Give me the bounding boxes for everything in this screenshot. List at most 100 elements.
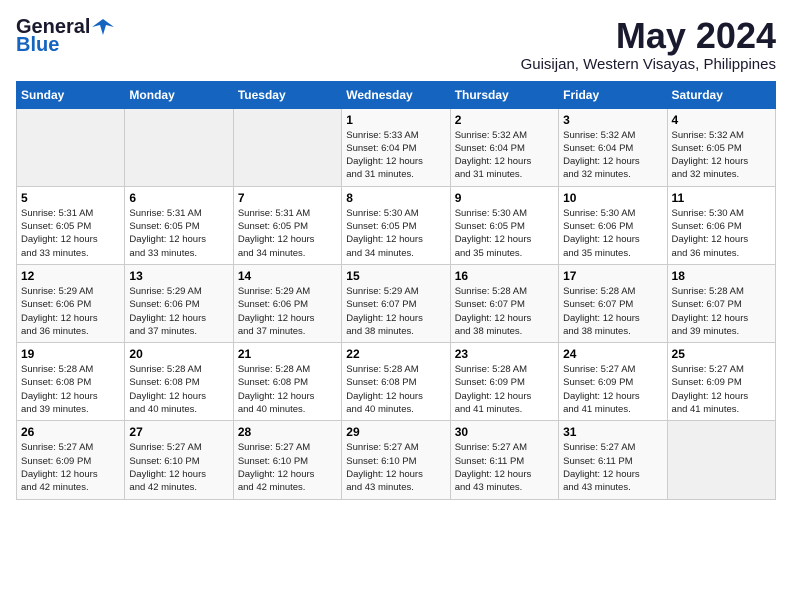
calendar-cell: 27Sunrise: 5:27 AMSunset: 6:10 PMDayligh… [125,421,233,499]
day-number: 1 [346,113,445,127]
day-info: Sunrise: 5:30 AMSunset: 6:05 PMDaylight:… [346,207,445,260]
calendar-cell: 21Sunrise: 5:28 AMSunset: 6:08 PMDayligh… [233,343,341,421]
day-info: Sunrise: 5:32 AMSunset: 6:05 PMDaylight:… [672,129,771,182]
calendar-cell: 15Sunrise: 5:29 AMSunset: 6:07 PMDayligh… [342,264,450,342]
calendar-cell: 24 Sunrise: 5:27 AMSunset: 6:09 PMDayligh… [559,343,667,421]
calendar-cell: 4 Sunrise: 5:32 AMSunset: 6:05 PMDaylight… [667,108,775,186]
day-info: Sunrise: 5:27 AMSunset: 6:09 PMDaylight:… [21,441,120,494]
day-info: Sunrise: 5:29 AMSunset: 6:06 PMDaylight:… [129,285,228,338]
day-number: 11 [672,191,771,205]
day-info: Sunrise: 5:30 AMSunset: 6:06 PMDaylight:… [563,207,662,260]
weekday-thursday: Thursday [450,81,558,108]
title-area: May 2024 Guisijan, Western Visayas, Phil… [521,16,776,73]
calendar-cell: 14Sunrise: 5:29 AMSunset: 6:06 PMDayligh… [233,264,341,342]
day-number: 16 [455,269,554,283]
day-number: 18 [672,269,771,283]
day-number: 4 [672,113,771,127]
day-number: 8 [346,191,445,205]
day-info: Sunrise: 5:27 AMSunset: 6:09 PMDaylight:… [563,363,662,416]
day-info: Sunrise: 5:28 AMSunset: 6:07 PMDaylight:… [672,285,771,338]
calendar-cell: 19 Sunrise: 5:28 AMSunset: 6:08 PMDayligh… [17,343,125,421]
calendar-cell: 16 Sunrise: 5:28 AMSunset: 6:07 PMDayligh… [450,264,558,342]
day-info: Sunrise: 5:28 AMSunset: 6:07 PMDaylight:… [455,285,554,338]
weekday-row: SundayMondayTuesdayWednesdayThursdayFrid… [17,81,776,108]
month-title: May 2024 [521,16,776,56]
day-number: 24 [563,347,662,361]
calendar-cell: 20Sunrise: 5:28 AMSunset: 6:08 PMDayligh… [125,343,233,421]
calendar-cell: 5 Sunrise: 5:31 AMSunset: 6:05 PMDaylight… [17,186,125,264]
calendar-cell: 8 Sunrise: 5:30 AMSunset: 6:05 PMDaylight… [342,186,450,264]
day-number: 9 [455,191,554,205]
day-info: Sunrise: 5:33 AMSunset: 6:04 PMDaylight:… [346,129,445,182]
calendar-cell: 29 Sunrise: 5:27 AMSunset: 6:10 PMDayligh… [342,421,450,499]
calendar-cell [125,108,233,186]
day-info: Sunrise: 5:27 AMSunset: 6:11 PMDaylight:… [563,441,662,494]
day-number: 28 [238,425,337,439]
day-info: Sunrise: 5:28 AMSunset: 6:08 PMDaylight:… [346,363,445,416]
logo: General Blue [16,16,114,56]
calendar-cell [233,108,341,186]
calendar-cell: 7Sunrise: 5:31 AMSunset: 6:05 PMDaylight… [233,186,341,264]
day-number: 6 [129,191,228,205]
day-number: 13 [129,269,228,283]
day-info: Sunrise: 5:27 AMSunset: 6:10 PMDaylight:… [238,441,337,494]
calendar-body: 1 Sunrise: 5:33 AMSunset: 6:04 PMDaylight… [17,108,776,499]
day-info: Sunrise: 5:27 AMSunset: 6:10 PMDaylight:… [346,441,445,494]
calendar-cell: 10 Sunrise: 5:30 AMSunset: 6:06 PMDayligh… [559,186,667,264]
day-number: 5 [21,191,120,205]
day-number: 23 [455,347,554,361]
day-number: 30 [455,425,554,439]
day-info: Sunrise: 5:28 AMSunset: 6:09 PMDaylight:… [455,363,554,416]
calendar-cell: 9 Sunrise: 5:30 AMSunset: 6:05 PMDaylight… [450,186,558,264]
week-row: 19 Sunrise: 5:28 AMSunset: 6:08 PMDayligh… [17,343,776,421]
day-info: Sunrise: 5:30 AMSunset: 6:06 PMDaylight:… [672,207,771,260]
day-number: 27 [129,425,228,439]
calendar-cell: 11 Sunrise: 5:30 AMSunset: 6:06 PMDayligh… [667,186,775,264]
day-number: 26 [21,425,120,439]
day-number: 12 [21,269,120,283]
calendar-cell: 6Sunrise: 5:31 AMSunset: 6:05 PMDaylight… [125,186,233,264]
logo-bird-icon [92,17,114,35]
day-number: 25 [672,347,771,361]
day-number: 10 [563,191,662,205]
calendar-table: SundayMondayTuesdayWednesdayThursdayFrid… [16,81,776,500]
day-info: Sunrise: 5:30 AMSunset: 6:05 PMDaylight:… [455,207,554,260]
weekday-saturday: Saturday [667,81,775,108]
calendar-header: SundayMondayTuesdayWednesdayThursdayFrid… [17,81,776,108]
day-number: 31 [563,425,662,439]
day-number: 29 [346,425,445,439]
day-number: 2 [455,113,554,127]
day-info: Sunrise: 5:28 AMSunset: 6:08 PMDaylight:… [238,363,337,416]
week-row: 1 Sunrise: 5:33 AMSunset: 6:04 PMDaylight… [17,108,776,186]
week-row: 12 Sunrise: 5:29 AMSunset: 6:06 PMDayligh… [17,264,776,342]
calendar-cell: 17Sunrise: 5:28 AMSunset: 6:07 PMDayligh… [559,264,667,342]
calendar-cell: 22Sunrise: 5:28 AMSunset: 6:08 PMDayligh… [342,343,450,421]
day-info: Sunrise: 5:29 AMSunset: 6:06 PMDaylight:… [21,285,120,338]
calendar-cell: 3 Sunrise: 5:32 AMSunset: 6:04 PMDaylight… [559,108,667,186]
calendar-cell [17,108,125,186]
week-row: 26 Sunrise: 5:27 AMSunset: 6:09 PMDayligh… [17,421,776,499]
day-number: 3 [563,113,662,127]
day-info: Sunrise: 5:31 AMSunset: 6:05 PMDaylight:… [21,207,120,260]
calendar-cell: 25Sunrise: 5:27 AMSunset: 6:09 PMDayligh… [667,343,775,421]
calendar-cell: 26 Sunrise: 5:27 AMSunset: 6:09 PMDayligh… [17,421,125,499]
calendar-cell [667,421,775,499]
calendar-cell: 30Sunrise: 5:27 AMSunset: 6:11 PMDayligh… [450,421,558,499]
header: General Blue May 2024 Guisijan, Western … [16,16,776,73]
calendar-cell: 28 Sunrise: 5:27 AMSunset: 6:10 PMDayligh… [233,421,341,499]
day-info: Sunrise: 5:29 AMSunset: 6:07 PMDaylight:… [346,285,445,338]
calendar-cell: 2 Sunrise: 5:32 AMSunset: 6:04 PMDaylight… [450,108,558,186]
calendar-cell: 1 Sunrise: 5:33 AMSunset: 6:04 PMDaylight… [342,108,450,186]
location: Guisijan, Western Visayas, Philippines [521,56,776,73]
day-info: Sunrise: 5:28 AMSunset: 6:08 PMDaylight:… [21,363,120,416]
calendar-cell: 18 Sunrise: 5:28 AMSunset: 6:07 PMDayligh… [667,264,775,342]
calendar-cell: 12 Sunrise: 5:29 AMSunset: 6:06 PMDayligh… [17,264,125,342]
day-info: Sunrise: 5:32 AMSunset: 6:04 PMDaylight:… [563,129,662,182]
weekday-monday: Monday [125,81,233,108]
weekday-tuesday: Tuesday [233,81,341,108]
logo-blue-text: Blue [16,34,59,56]
day-info: Sunrise: 5:28 AMSunset: 6:08 PMDaylight:… [129,363,228,416]
day-info: Sunrise: 5:32 AMSunset: 6:04 PMDaylight:… [455,129,554,182]
day-number: 19 [21,347,120,361]
day-number: 17 [563,269,662,283]
